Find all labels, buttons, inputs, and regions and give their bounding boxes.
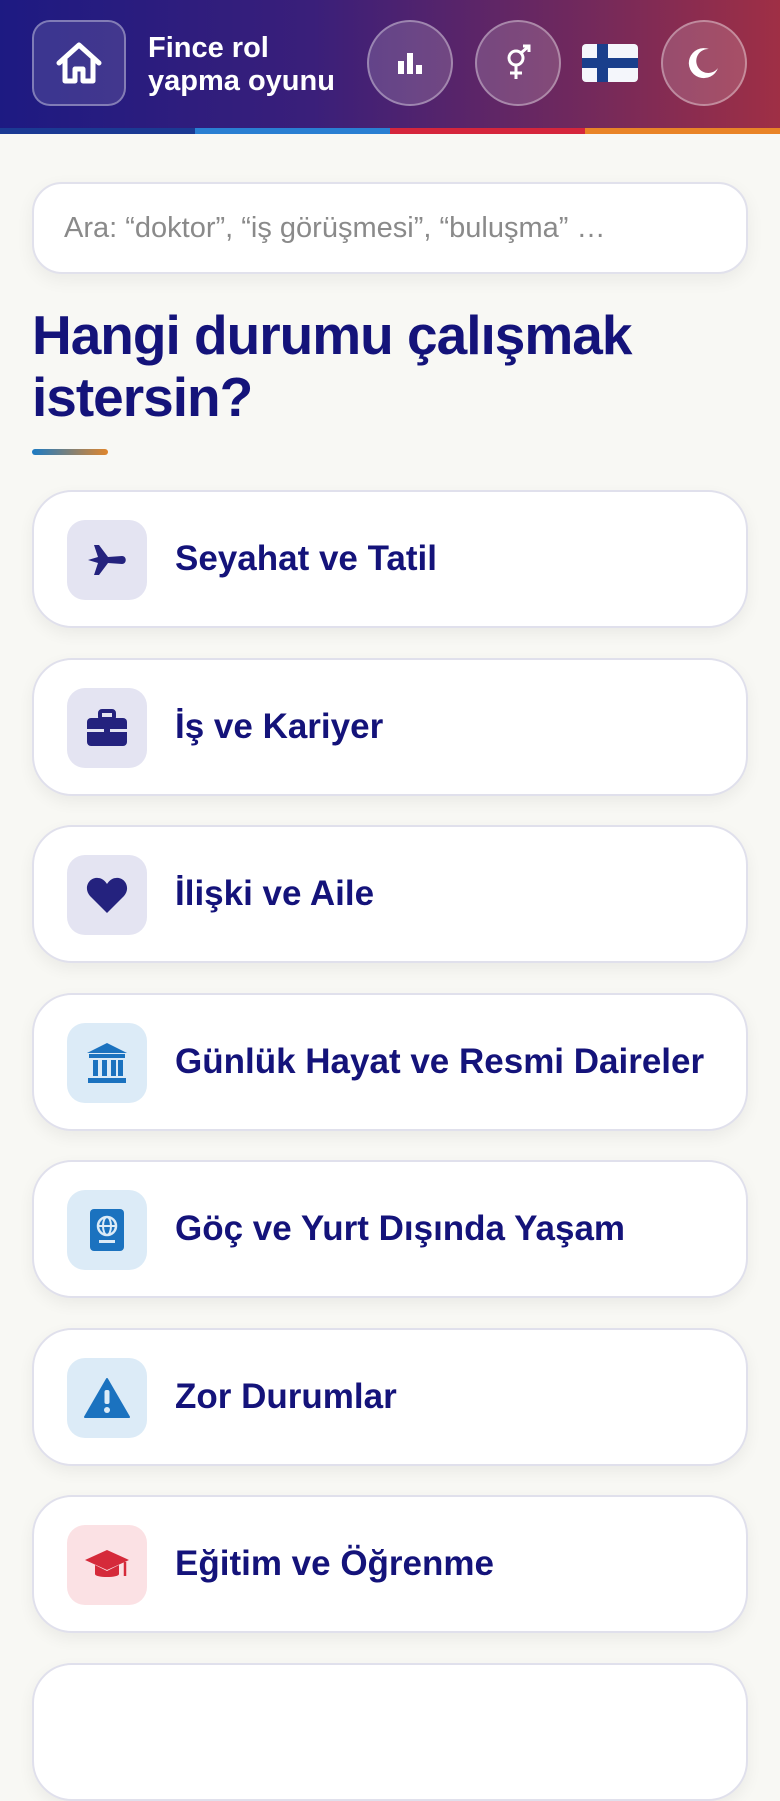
title-underline (32, 449, 108, 455)
home-icon (56, 42, 102, 84)
graduation-cap-icon (67, 1525, 147, 1605)
category-card[interactable]: İş ve Kariyer (32, 657, 748, 796)
dark-mode-button[interactable] (661, 20, 747, 106)
building-icon (67, 1022, 147, 1103)
category-label: Seyahat ve Tatil (175, 539, 437, 578)
category-card[interactable]: Eğitim ve Öğrenme (32, 1495, 748, 1633)
gender-button[interactable] (475, 20, 561, 106)
category-card[interactable]: Göç ve Yurt Dışında Yaşam (32, 1160, 748, 1298)
passport-icon (67, 1190, 147, 1270)
bar-chart-icon (398, 53, 422, 74)
search-input[interactable] (32, 182, 748, 274)
app-title-line1: Fince rol (148, 32, 269, 64)
header-color-stripe (0, 128, 780, 134)
finland-flag-icon[interactable] (582, 44, 638, 82)
category-card[interactable]: Zor Durumlar (32, 1327, 748, 1466)
category-label: Günlük Hayat ve Resmi Daireler (175, 1041, 705, 1081)
category-label: Zor Durumlar (175, 1376, 397, 1416)
app-title: Fince rol yapma oyunu (148, 32, 348, 98)
category-label: İlişki ve Aile (175, 874, 375, 913)
stripe-segment (195, 128, 390, 134)
briefcase-icon (67, 687, 147, 768)
moon-icon (688, 48, 718, 79)
app-title-line2: yapma oyunu (148, 65, 335, 97)
category-card[interactable]: Günlük Hayat ve Resmi Daireler (32, 992, 748, 1131)
page-title: Hangi durumu çalışmak istersin? (32, 304, 632, 428)
category-label: Eğitim ve Öğrenme (175, 1544, 494, 1583)
gender-icon (507, 44, 531, 79)
stats-button[interactable] (367, 20, 453, 106)
stripe-segment (585, 128, 780, 134)
warning-icon (67, 1357, 147, 1438)
stripe-segment (390, 128, 585, 134)
category-label: Göç ve Yurt Dışında Yaşam (175, 1209, 626, 1248)
plane-icon (67, 520, 147, 600)
app-header: Fince rol yapma oyunu (0, 0, 780, 128)
category-card[interactable]: Seyahat ve Tatil (32, 490, 748, 628)
stripe-segment (0, 128, 195, 134)
category-label: İş ve Kariyer (175, 706, 384, 746)
category-card[interactable]: İlişki ve Aile (32, 825, 748, 963)
category-card[interactable] (32, 1662, 748, 1801)
home-button[interactable] (32, 20, 126, 106)
heart-icon (67, 855, 147, 935)
